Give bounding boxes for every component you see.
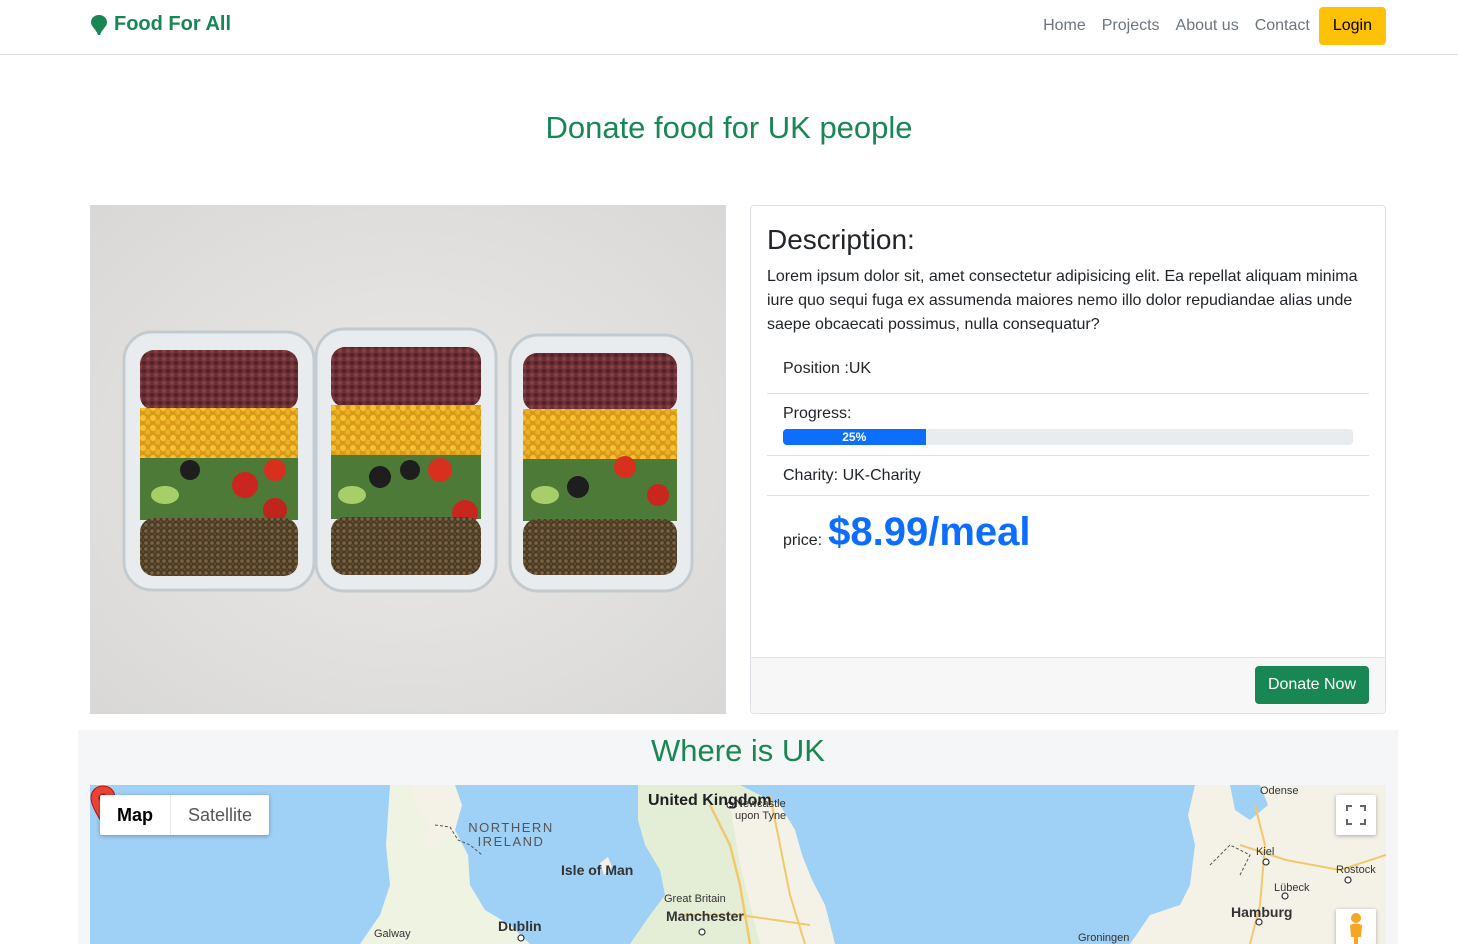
price-row: price: $8.99/meal: [767, 496, 1369, 555]
pegman-icon: [1350, 913, 1362, 944]
nav-contact[interactable]: Contact: [1247, 6, 1318, 46]
brand-link[interactable]: Food For All: [90, 13, 231, 36]
map-label-isle-of-man: Isle of Man: [561, 862, 634, 878]
map-label-odense: Odense: [1260, 785, 1299, 797]
charity-item: Charity: UK-Charity: [767, 456, 1369, 496]
meal-box-3: [508, 333, 694, 593]
map-type-satellite-button[interactable]: Satellite: [171, 795, 269, 835]
map-pin-icon: [91, 14, 107, 35]
map-label-kiel: Kiel: [1256, 846, 1275, 858]
map-type-control: Map Satellite: [100, 795, 270, 835]
card-footer: Donate Now: [751, 657, 1385, 713]
brand-name: Food For All: [114, 13, 232, 35]
fullscreen-button[interactable]: [1336, 795, 1376, 835]
navbar: Food For All Home Projects About us Cont…: [0, 0, 1458, 55]
details-list: Position :UK Progress: 25% Charity: UK-C…: [767, 359, 1369, 496]
description-text: Lorem ipsum dolor sit, amet consectetur …: [767, 268, 1358, 333]
progress-fill: 25%: [783, 429, 926, 445]
nav-projects[interactable]: Projects: [1094, 6, 1168, 46]
nav-home[interactable]: Home: [1035, 6, 1094, 46]
google-map[interactable]: United Kingdom NORTHERN IRELAND Isle of …: [90, 785, 1386, 944]
street-view-button[interactable]: [1336, 909, 1376, 944]
map-label-newcastle: Newcastle upon Tyne: [735, 798, 787, 822]
login-button[interactable]: Login: [1318, 7, 1386, 45]
description-title: Description:: [767, 224, 915, 255]
map-label-manchester: Manchester: [666, 908, 744, 924]
map-label-great-britain: Great Britain: [664, 893, 726, 905]
donate-now-button[interactable]: Donate Now: [1254, 666, 1369, 704]
progress-bar: 25%: [783, 429, 1353, 445]
map-section: Where is UK United Kingdom NORTHERN IREL…: [78, 730, 1398, 944]
map-label-hamburg: Hamburg: [1231, 904, 1293, 920]
nav-about[interactable]: About us: [1168, 6, 1247, 46]
map-label-northern-ireland: NORTHERN IRELAND: [468, 820, 554, 849]
project-card: Description: Lorem ipsum dolor sit, amet…: [750, 205, 1386, 714]
page-title: Donate food for UK people: [545, 110, 913, 145]
map-label-dublin: Dublin: [498, 918, 542, 934]
map-type-map-button[interactable]: Map: [100, 795, 171, 835]
map-label-rostock: Rostock: [1336, 864, 1376, 876]
meal-box-1: [122, 330, 316, 592]
meal-box-2: [314, 327, 498, 593]
map-title: Where is UK: [651, 733, 825, 768]
food-photo: [90, 205, 726, 714]
price-label: price:: [783, 532, 823, 549]
card-body: Description: Lorem ipsum dolor sit, amet…: [751, 206, 1385, 571]
fullscreen-icon: [1346, 805, 1366, 825]
map-label-lubeck: Lübeck: [1274, 882, 1310, 894]
progress-item: Progress: 25%: [767, 394, 1369, 456]
nav-menu: Home Projects About us Contact Login: [1035, 6, 1386, 46]
map-label-galway: Galway: [374, 928, 411, 940]
position-item: Position :UK: [767, 359, 1369, 394]
map-label-groningen: Groningen: [1078, 932, 1130, 944]
price-value: $8.99/meal: [828, 510, 1031, 554]
progress-label: Progress:: [783, 405, 852, 422]
